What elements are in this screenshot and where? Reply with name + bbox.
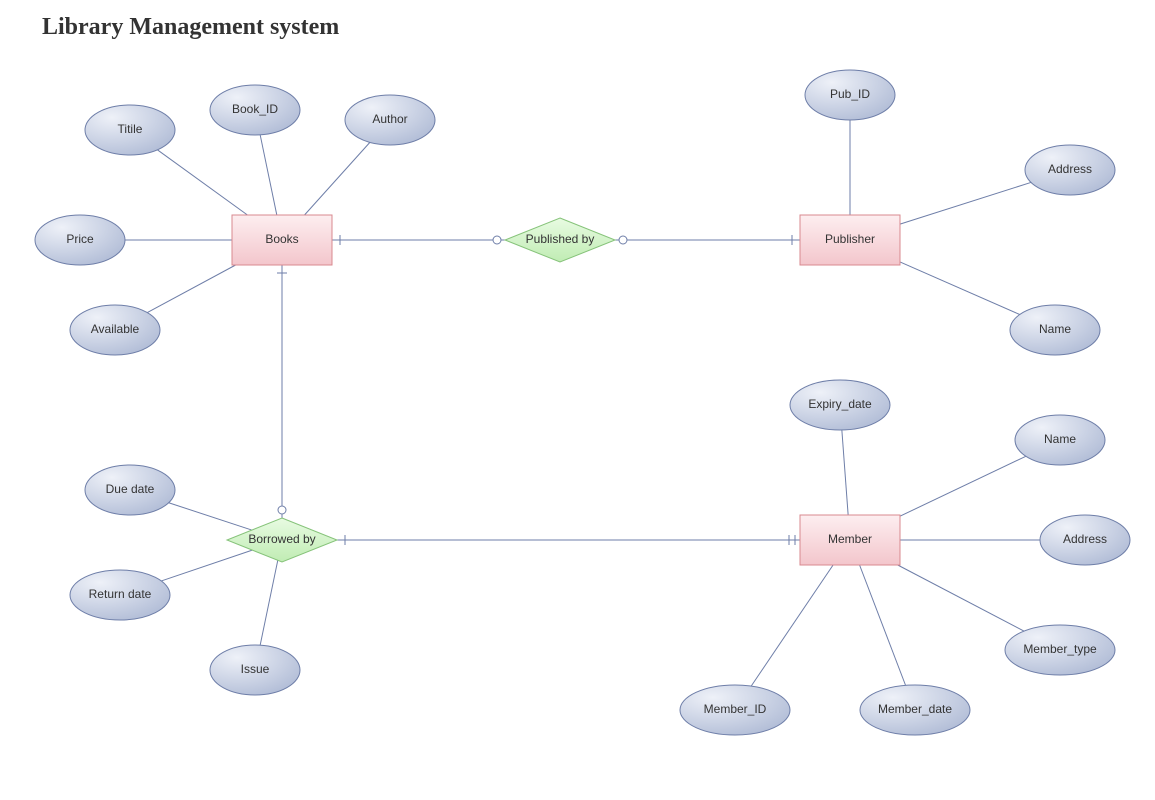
attr-link	[305, 142, 370, 215]
attribute-book_id: Book_ID	[210, 85, 300, 135]
attribute-book_title: Titile	[85, 105, 175, 155]
attr-link	[900, 456, 1026, 516]
attribute-mem_id: Member_ID	[680, 685, 790, 735]
attribute-label: Issue	[241, 662, 270, 676]
attribute-label: Due date	[106, 482, 155, 496]
entity-books: Books	[232, 215, 332, 265]
attribute-label: Member_date	[878, 702, 952, 716]
attribute-mem_address: Address	[1040, 515, 1130, 565]
attr-link	[751, 565, 833, 686]
links-layer	[125, 120, 1040, 686]
attribute-label: Titile	[118, 122, 143, 136]
relationship-label: Borrowed by	[248, 532, 315, 546]
shapes-layer: Titile Book_ID Author Price Available Pub_ID A…	[35, 70, 1130, 735]
attr-link	[842, 430, 848, 515]
attribute-book_available: Available	[70, 305, 160, 355]
attribute-bor_due: Due date	[85, 465, 175, 515]
attribute-label: Member_type	[1023, 642, 1097, 656]
attribute-mem_expiry: Expiry_date	[790, 380, 890, 430]
attribute-label: Address	[1048, 162, 1092, 176]
attribute-book_author: Author	[345, 95, 435, 145]
attribute-label: Expiry_date	[808, 397, 872, 411]
relationship-borrowed: Borrowed by	[227, 518, 337, 562]
relationship-published: Published by	[505, 218, 615, 262]
attribute-book_price: Price	[35, 215, 125, 265]
attribute-label: Member_ID	[704, 702, 767, 716]
attribute-label: Available	[91, 322, 140, 336]
attr-link	[147, 265, 235, 313]
attr-link	[900, 262, 1020, 315]
attr-link	[157, 150, 247, 215]
relationship-label: Published by	[526, 232, 595, 246]
attr-link	[260, 560, 278, 645]
attribute-label: Name	[1039, 322, 1071, 336]
attr-link	[260, 135, 277, 215]
attribute-label: Address	[1063, 532, 1107, 546]
entity-publisher: Publisher	[800, 215, 900, 265]
attribute-label: Author	[372, 112, 407, 126]
er-diagram: Library Management system Titile Book_ID A…	[0, 0, 1155, 800]
attr-link	[860, 565, 906, 685]
attribute-bor_issue: Issue	[210, 645, 300, 695]
entity-label: Publisher	[825, 232, 875, 246]
attr-link	[161, 550, 252, 581]
attribute-label: Book_ID	[232, 102, 278, 116]
attribute-pub_name: Name	[1010, 305, 1100, 355]
attribute-pub_address: Address	[1025, 145, 1115, 195]
attribute-mem_type: Member_type	[1005, 625, 1115, 675]
attr-link	[900, 182, 1031, 224]
attr-link	[898, 565, 1024, 631]
diagram-title: Library Management system	[42, 14, 339, 40]
attribute-pub_id: Pub_ID	[805, 70, 895, 120]
entity-label: Books	[265, 232, 298, 246]
attribute-label: Return date	[89, 587, 152, 601]
attribute-mem_name: Name	[1015, 415, 1105, 465]
attribute-label: Price	[66, 232, 94, 246]
attribute-mem_date: Member_date	[860, 685, 970, 735]
attribute-label: Name	[1044, 432, 1076, 446]
entity-label: Member	[828, 532, 872, 546]
attr-link	[169, 503, 252, 530]
attribute-bor_return: Return date	[70, 570, 170, 620]
entity-member: Member	[800, 515, 900, 565]
attribute-label: Pub_ID	[830, 87, 870, 101]
